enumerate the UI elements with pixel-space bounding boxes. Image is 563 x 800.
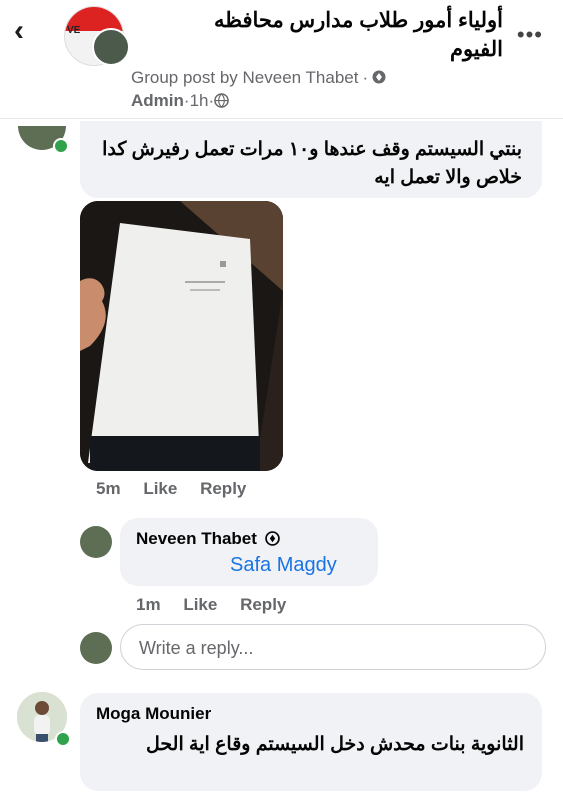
- reply-actions: 1m Like Reply: [136, 595, 304, 615]
- more-dots-icon[interactable]: •••: [517, 22, 543, 48]
- reply-button[interactable]: Reply: [240, 595, 286, 614]
- reply-input[interactable]: [137, 637, 521, 660]
- like-button[interactable]: Like: [183, 595, 217, 614]
- online-status-dot: [53, 138, 69, 154]
- reply-avatar[interactable]: [80, 526, 112, 558]
- role-label: Admin: [131, 91, 184, 110]
- comment-bubble[interactable]: Moga Mounier الثانوية بنات محدش دخل السي…: [80, 693, 542, 791]
- comment-text: بنتي السيستم وقف عندها و١٠ مرات تعمل رفي…: [102, 139, 522, 188]
- comment-author[interactable]: Moga Mounier: [96, 704, 211, 724]
- header-divider: [0, 118, 563, 119]
- photo-content: [80, 201, 283, 471]
- admin-shield-icon: [372, 70, 386, 84]
- reply-bubble[interactable]: Neveen Thabet Safa Magdy: [120, 518, 378, 586]
- reply-time[interactable]: 1m: [136, 595, 161, 614]
- reply-button[interactable]: Reply: [200, 479, 246, 498]
- like-button[interactable]: Like: [143, 479, 177, 498]
- post-meta: Group post by Neveen Thabet ·: [131, 68, 386, 88]
- comment-actions: 5m Like Reply: [96, 479, 264, 499]
- online-status-dot: [55, 731, 71, 747]
- comment-bubble[interactable]: بنتي السيستم وقف عندها و١٠ مرات تعمل رفي…: [80, 121, 542, 198]
- group-avatar-text: VE: [67, 25, 81, 36]
- reply-author-row: Neveen Thabet: [136, 529, 281, 549]
- back-arrow-icon[interactable]: ‹: [14, 16, 44, 48]
- post-time[interactable]: 1h: [190, 91, 209, 110]
- post-by-label: Group post by: [131, 68, 238, 87]
- author-avatar[interactable]: [92, 28, 130, 66]
- reply-author[interactable]: Neveen Thabet: [136, 529, 257, 548]
- post-sub: Admin·1h·: [131, 91, 229, 111]
- mention-link[interactable]: Safa Magdy: [230, 554, 337, 577]
- viewer-avatar[interactable]: [80, 632, 112, 664]
- comment-photo[interactable]: [80, 201, 283, 471]
- admin-shield-icon: [265, 531, 281, 546]
- globe-icon: [214, 93, 229, 108]
- reply-box[interactable]: [120, 624, 546, 670]
- comment-text: الثانوية بنات محدش دخل السيستم وقاع اية …: [146, 734, 524, 755]
- comment-time[interactable]: 5m: [96, 479, 121, 498]
- group-name[interactable]: أولياء أمور طلاب مدارس محافظه الفيوم: [173, 6, 503, 64]
- post-author[interactable]: Neveen Thabet: [243, 68, 359, 87]
